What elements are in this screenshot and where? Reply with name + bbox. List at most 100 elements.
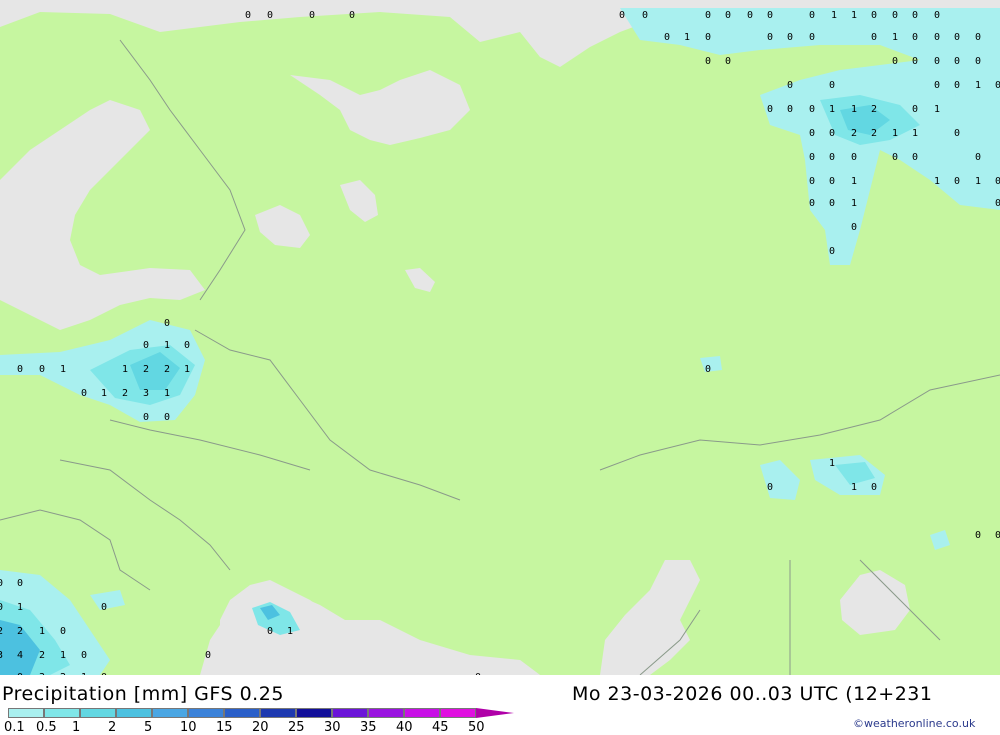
precip-value-label: 0 xyxy=(954,80,960,91)
precip-value-label: 1 xyxy=(851,176,857,187)
legend-swatch xyxy=(224,708,260,718)
precip-value-label: 0 xyxy=(705,364,711,375)
precip-value-label: 1 xyxy=(287,626,293,637)
precip-value-label: 0 xyxy=(60,626,66,637)
precip-value-label: 0 xyxy=(912,56,918,67)
precip-value-label: 1 xyxy=(975,80,981,91)
legend-swatch xyxy=(8,708,44,718)
precip-value-label: 0 xyxy=(829,152,835,163)
precip-value-label: 0 xyxy=(164,318,170,329)
precip-value-label: 1 xyxy=(912,128,918,139)
legend-swatch xyxy=(260,708,296,718)
precip-value-label: 0 xyxy=(17,364,23,375)
precip-value-label: 0 xyxy=(975,32,981,43)
precip-value-label: 0 xyxy=(143,340,149,351)
legend-swatch xyxy=(44,708,80,718)
legend-swatch xyxy=(332,708,368,718)
precip-value-label: 0 xyxy=(954,56,960,67)
precip-value-label: 1 xyxy=(17,602,23,613)
precip-value-label: 0 xyxy=(184,340,190,351)
precip-value-label: 0 xyxy=(39,364,45,375)
precip-value-label: 0 xyxy=(143,412,149,423)
precip-value-label: 0 xyxy=(809,10,815,21)
legend-colorbar xyxy=(8,708,514,718)
precip-value-label: 0 xyxy=(81,388,87,399)
precip-value-label: 0 xyxy=(705,32,711,43)
precip-value-label: 0 xyxy=(871,482,877,493)
precip-value-label: 0 xyxy=(912,104,918,115)
precip-value-label: 1 xyxy=(60,364,66,375)
precip-value-label: 0 xyxy=(829,198,835,209)
precip-value-label: 0 xyxy=(725,10,731,21)
precip-value-label: 1 xyxy=(851,198,857,209)
precip-value-label: 1 xyxy=(184,364,190,375)
precip-value-label: 0 xyxy=(81,650,87,661)
precip-value-label: 1 xyxy=(892,32,898,43)
precip-value-label: 1 xyxy=(829,104,835,115)
precip-value-label: 2 xyxy=(122,388,128,399)
precip-value-label: 0 xyxy=(975,530,981,541)
precip-value-label: 0 xyxy=(747,10,753,21)
precip-value-label: 1 xyxy=(164,388,170,399)
precip-value-label: 0 xyxy=(934,10,940,21)
precip-value-label: 2 xyxy=(143,364,149,375)
precip-value-label: 0 xyxy=(829,80,835,91)
legend-swatch xyxy=(80,708,116,718)
precip-value-label: 0 xyxy=(309,10,315,21)
precip-value-label: 1 xyxy=(829,458,835,469)
precip-value-label: 0 xyxy=(101,602,107,613)
precip-value-label: 0 xyxy=(809,128,815,139)
precip-value-label: 0 xyxy=(767,482,773,493)
precip-value-label: 2 xyxy=(164,364,170,375)
precip-value-label: 0 xyxy=(934,32,940,43)
legend-swatch xyxy=(152,708,188,718)
credit-link[interactable]: ©weatheronline.co.uk xyxy=(853,717,975,730)
precip-value-label: 0 xyxy=(787,80,793,91)
precip-value-label: 0 xyxy=(975,152,981,163)
precip-value-label: 0 xyxy=(809,104,815,115)
precip-value-label: 0 xyxy=(892,152,898,163)
precip-value-label: 1 xyxy=(934,176,940,187)
legend-swatch xyxy=(368,708,404,718)
map-title: Precipitation [mm] GFS 0.25 xyxy=(2,683,284,705)
precip-value-label: 0 xyxy=(0,602,3,613)
precipitation-map: 0 0 0 0 0 0 0 0 0 0 0 1 1 0 0 0 0 0 1 0 0 0 0 0 1 0 0 0 0 0 0 0 0 0 0 0 0 0 0 0… xyxy=(0,0,1000,675)
legend-swatch xyxy=(116,708,152,718)
precip-value-label: 0 xyxy=(705,10,711,21)
precip-value-label: 0 xyxy=(267,626,273,637)
precip-value-label: 0 xyxy=(809,198,815,209)
precip-value-label: 0 xyxy=(17,578,23,589)
precip-value-label: 0 xyxy=(767,10,773,21)
precip-value-label: 0 xyxy=(767,104,773,115)
map-canvas: 0 0 0 0 0 0 0 0 0 0 0 1 1 0 0 0 0 0 1 0 0 0 0 0 1 0 0 0 0 0 0 0 0 0 0 0 0 0 0 0… xyxy=(0,0,1000,675)
precip-value-label: 0 xyxy=(995,80,1000,91)
precip-value-label: 0 xyxy=(892,10,898,21)
legend-arrow xyxy=(476,708,514,718)
precip-value-label: 0 xyxy=(245,10,251,21)
precip-value-label: 0 xyxy=(267,10,273,21)
precip-value-label: 0 xyxy=(934,80,940,91)
precip-value-label: 0 xyxy=(642,10,648,21)
precip-value-label: 0 xyxy=(995,176,1000,187)
precip-value-label: 0 xyxy=(829,128,835,139)
precip-value-label: 0 xyxy=(954,176,960,187)
precip-value-label: 0 xyxy=(164,412,170,423)
precip-value-label: 0 xyxy=(995,530,1000,541)
precip-value-label: 1 xyxy=(831,10,837,21)
precip-value-label: 2 xyxy=(17,626,23,637)
precip-value-label: 1 xyxy=(684,32,690,43)
precip-value-label: 1 xyxy=(934,104,940,115)
precip-value-label: 0 xyxy=(912,152,918,163)
precip-value-label: 1 xyxy=(851,104,857,115)
precip-value-label: 0 xyxy=(892,56,898,67)
precip-value-label: 1 xyxy=(975,176,981,187)
precip-value-label: 1 xyxy=(101,388,107,399)
precip-value-label: 2 xyxy=(851,128,857,139)
precip-value-label: 0 xyxy=(829,176,835,187)
precip-value-label: 0 xyxy=(954,32,960,43)
precip-value-label: 1 xyxy=(60,650,66,661)
precip-value-label: 0 xyxy=(975,56,981,67)
precip-value-label: 0 xyxy=(767,32,773,43)
precip-value-label: 4 xyxy=(17,650,23,661)
precip-value-label: 0 xyxy=(851,222,857,233)
